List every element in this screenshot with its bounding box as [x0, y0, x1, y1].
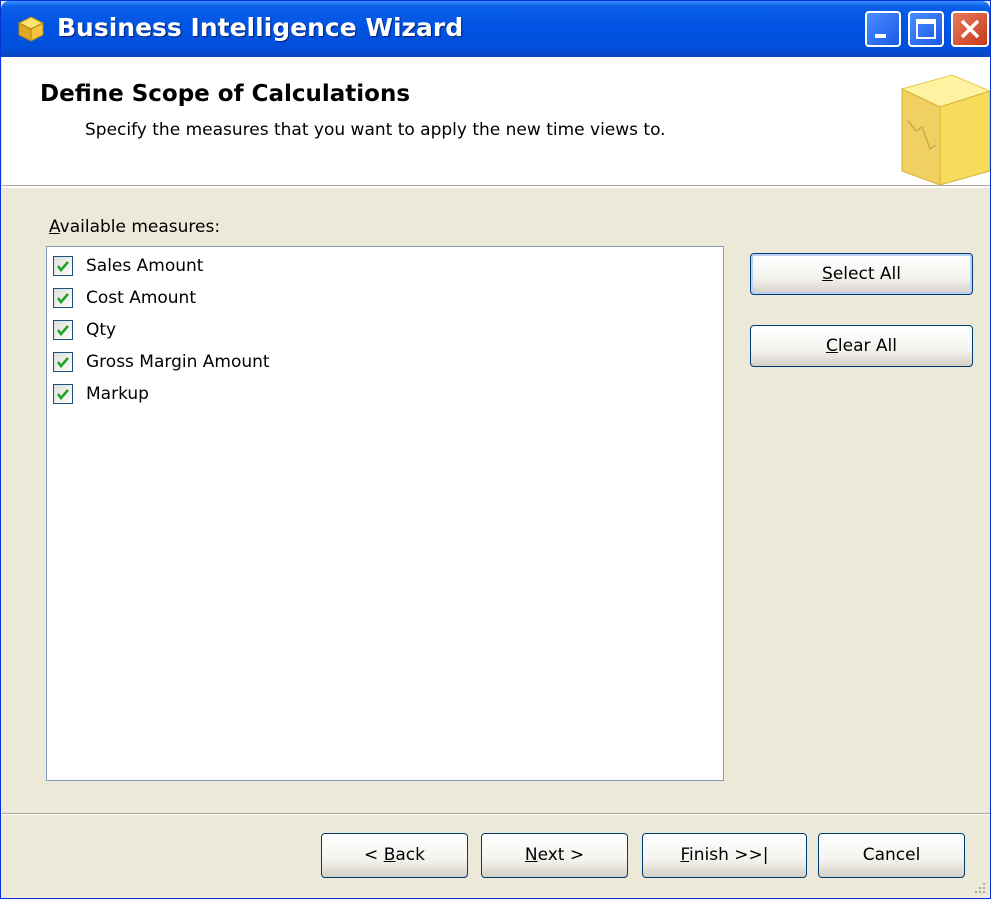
select-all-button[interactable]: Select All	[750, 253, 973, 295]
maximize-button[interactable]	[908, 11, 944, 47]
checkbox[interactable]	[53, 384, 73, 404]
checkmark-icon	[57, 293, 69, 304]
window-title: Business Intelligence Wizard	[57, 13, 464, 42]
header-divider	[2, 186, 990, 188]
title-bar[interactable]: Business Intelligence Wizard	[1, 1, 990, 57]
checkbox[interactable]	[53, 352, 73, 372]
close-icon	[960, 19, 980, 39]
measure-label: Sales Amount	[86, 256, 204, 276]
back-button[interactable]: < Back	[321, 833, 468, 878]
measures-list[interactable]: Sales Amount Cost Amount Qty Gross Margi…	[46, 246, 724, 781]
back-label: < Back	[364, 845, 425, 865]
minimize-icon	[875, 34, 886, 38]
clear-all-button[interactable]: Clear All	[750, 325, 973, 367]
cube-chart-graphic	[900, 74, 990, 185]
minimize-button[interactable]	[865, 11, 901, 47]
page-title: Define Scope of Calculations	[40, 81, 411, 107]
checkbox[interactable]	[53, 256, 73, 276]
finish-label: Finish >>|	[680, 845, 769, 865]
close-button[interactable]	[951, 11, 989, 47]
checkmark-icon	[57, 389, 69, 400]
next-button[interactable]: Next >	[481, 833, 628, 878]
footer-divider-highlight	[2, 814, 990, 815]
available-measures-label: Available measures:	[49, 217, 221, 237]
checkmark-icon	[57, 261, 69, 272]
measure-label: Markup	[86, 384, 149, 404]
maximize-icon	[916, 19, 936, 39]
cube-icon	[17, 16, 45, 42]
checkbox[interactable]	[53, 288, 73, 308]
measure-label: Cost Amount	[86, 288, 197, 308]
measure-label: Qty	[86, 320, 117, 340]
cancel-label: Cancel	[862, 845, 921, 865]
finish-button[interactable]: Finish >>|	[642, 833, 807, 878]
measure-label: Gross Margin Amount	[86, 352, 270, 372]
clear-all-label: Clear All	[826, 336, 897, 356]
resize-grip-icon[interactable]	[971, 879, 987, 895]
page-subtitle: Specify the measures that you want to ap…	[85, 120, 666, 140]
wizard-window: Business Intelligence Wizard Define Scop…	[0, 0, 991, 899]
checkbox[interactable]	[53, 320, 73, 340]
wizard-header: Define Scope of Calculations Specify the…	[2, 57, 990, 186]
cancel-button[interactable]: Cancel	[818, 833, 965, 878]
checkmark-icon	[57, 325, 69, 336]
checkmark-icon	[57, 357, 69, 368]
select-all-label: Select All	[822, 264, 901, 284]
next-label: Next >	[524, 845, 585, 865]
